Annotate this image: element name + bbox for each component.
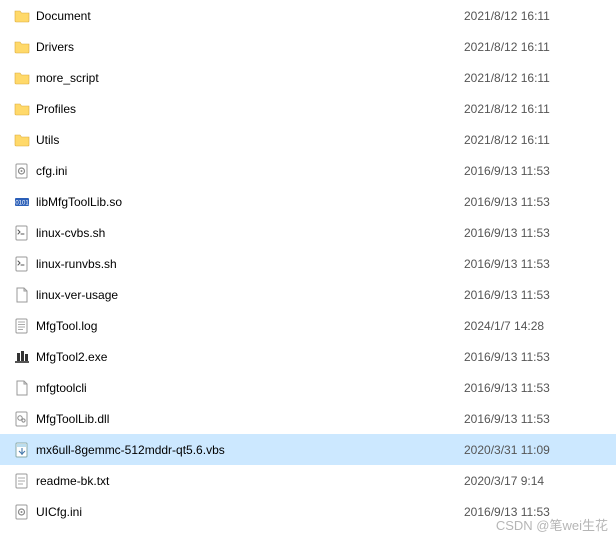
file-row[interactable]: Drivers2021/8/12 16:11 <box>0 31 616 62</box>
dll-icon <box>14 411 30 427</box>
folder-icon <box>14 101 30 117</box>
file-date: 2016/9/13 11:53 <box>464 257 616 271</box>
file-name: Drivers <box>36 40 464 54</box>
file-date: 2016/9/13 11:53 <box>464 412 616 426</box>
file-name: mfgtoolcli <box>36 381 464 395</box>
file-list[interactable]: Document2021/8/12 16:11Drivers2021/8/12 … <box>0 0 616 527</box>
file-name: Utils <box>36 133 464 147</box>
file-name: MfgTool2.exe <box>36 350 464 364</box>
sh-icon <box>14 225 30 241</box>
file-date: 2021/8/12 16:11 <box>464 133 616 147</box>
file-date: 2021/8/12 16:11 <box>464 40 616 54</box>
file-icon <box>14 287 30 303</box>
file-name: readme-bk.txt <box>36 474 464 488</box>
file-name: libMfgToolLib.so <box>36 195 464 209</box>
file-name: Profiles <box>36 102 464 116</box>
file-date: 2016/9/13 11:53 <box>464 350 616 364</box>
file-date: 2020/3/31 11:09 <box>464 443 616 457</box>
file-name: Document <box>36 9 464 23</box>
file-name: linux-runvbs.sh <box>36 257 464 271</box>
file-row[interactable]: mfgtoolcli2016/9/13 11:53 <box>0 372 616 403</box>
file-date: 2024/1/7 14:28 <box>464 319 616 333</box>
txt-icon <box>14 473 30 489</box>
file-date: 2016/9/13 11:53 <box>464 505 616 519</box>
file-row[interactable]: Profiles2021/8/12 16:11 <box>0 93 616 124</box>
file-row[interactable]: linux-cvbs.sh2016/9/13 11:53 <box>0 217 616 248</box>
folder-icon <box>14 132 30 148</box>
file-date: 2020/3/17 9:14 <box>464 474 616 488</box>
file-row[interactable]: mx6ull-8gemmc-512mddr-qt5.6.vbs2020/3/31… <box>0 434 616 465</box>
file-row[interactable]: more_script2021/8/12 16:11 <box>0 62 616 93</box>
folder-icon <box>14 70 30 86</box>
folder-icon <box>14 8 30 24</box>
file-date: 2021/8/12 16:11 <box>464 102 616 116</box>
file-name: mx6ull-8gemmc-512mddr-qt5.6.vbs <box>36 443 464 457</box>
log-icon <box>14 318 30 334</box>
file-date: 2016/9/13 11:53 <box>464 226 616 240</box>
file-row[interactable]: readme-bk.txt2020/3/17 9:14 <box>0 465 616 496</box>
exe-icon <box>14 349 30 365</box>
file-date: 2016/9/13 11:53 <box>464 164 616 178</box>
file-row[interactable]: UICfg.ini2016/9/13 11:53 <box>0 496 616 527</box>
ini-icon <box>14 163 30 179</box>
file-date: 2016/9/13 11:53 <box>464 195 616 209</box>
folder-icon <box>14 39 30 55</box>
file-date: 2016/9/13 11:53 <box>464 381 616 395</box>
file-row[interactable]: linux-runvbs.sh2016/9/13 11:53 <box>0 248 616 279</box>
file-name: cfg.ini <box>36 164 464 178</box>
file-row[interactable]: MfgTool.log2024/1/7 14:28 <box>0 310 616 341</box>
file-row[interactable]: linux-ver-usage2016/9/13 11:53 <box>0 279 616 310</box>
file-name: more_script <box>36 71 464 85</box>
file-row[interactable]: Utils2021/8/12 16:11 <box>0 124 616 155</box>
file-row[interactable]: 0101 libMfgToolLib.so2016/9/13 11:53 <box>0 186 616 217</box>
vbs-icon <box>14 442 30 458</box>
file-name: MfgToolLib.dll <box>36 412 464 426</box>
file-row[interactable]: cfg.ini2016/9/13 11:53 <box>0 155 616 186</box>
file-name: linux-cvbs.sh <box>36 226 464 240</box>
svg-text:0101: 0101 <box>15 200 29 206</box>
file-row[interactable]: MfgToolLib.dll2016/9/13 11:53 <box>0 403 616 434</box>
file-row[interactable]: MfgTool2.exe2016/9/13 11:53 <box>0 341 616 372</box>
file-date: 2021/8/12 16:11 <box>464 9 616 23</box>
file-icon <box>14 380 30 396</box>
file-name: linux-ver-usage <box>36 288 464 302</box>
file-date: 2016/9/13 11:53 <box>464 288 616 302</box>
so-icon: 0101 <box>14 194 30 210</box>
file-name: MfgTool.log <box>36 319 464 333</box>
file-date: 2021/8/12 16:11 <box>464 71 616 85</box>
ini-icon <box>14 504 30 520</box>
file-name: UICfg.ini <box>36 505 464 519</box>
file-row[interactable]: Document2021/8/12 16:11 <box>0 0 616 31</box>
sh-icon <box>14 256 30 272</box>
